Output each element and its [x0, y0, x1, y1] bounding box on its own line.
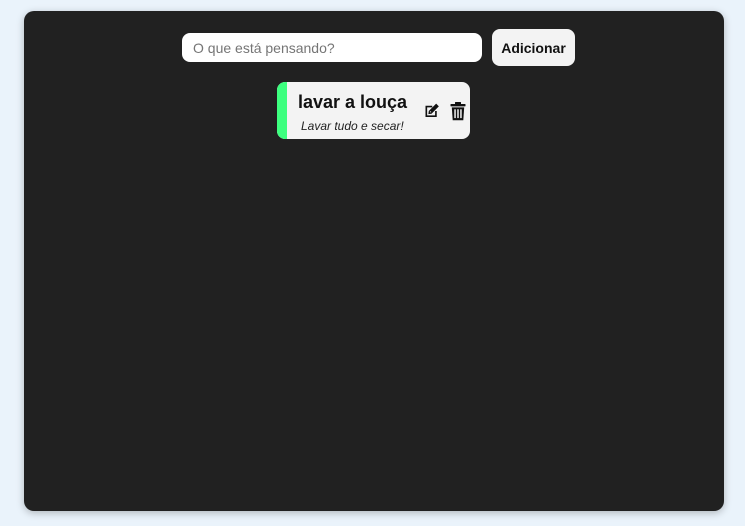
- edit-icon[interactable]: [421, 101, 441, 121]
- add-task-form: Adicionar: [182, 29, 575, 66]
- task-title: lavar a louça: [298, 92, 408, 112]
- task-accent-bar: [277, 82, 287, 139]
- todo-app-panel: Adicionar lavar a louça Lavar tudo e sec…: [24, 11, 724, 511]
- trash-icon[interactable]: [448, 101, 468, 121]
- task-input[interactable]: [182, 33, 482, 62]
- task-card: lavar a louça Lavar tudo e secar!: [277, 82, 470, 139]
- task-description: Lavar tudo e secar!: [301, 119, 404, 133]
- task-actions: [421, 101, 468, 121]
- add-task-button[interactable]: Adicionar: [492, 29, 575, 66]
